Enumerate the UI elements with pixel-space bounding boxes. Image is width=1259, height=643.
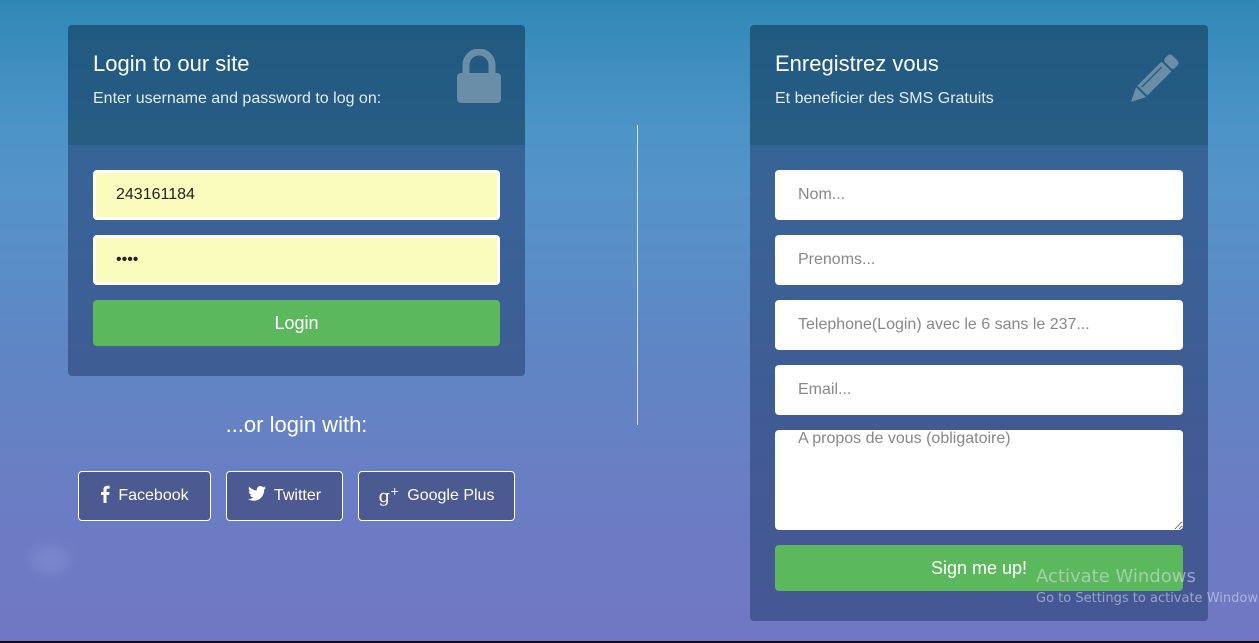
- twitter-icon: [247, 486, 266, 506]
- watermark-title: Activate Windows: [1036, 566, 1196, 587]
- username-input[interactable]: [93, 170, 500, 220]
- login-button[interactable]: Login: [93, 300, 500, 346]
- login-title: Login to our site: [93, 51, 250, 76]
- social-login-buttons: Facebook Twitter g+ Google Plus: [78, 471, 515, 521]
- nom-input[interactable]: [775, 170, 1183, 220]
- login-panel-header: Login to our site Enter username and pas…: [68, 25, 525, 145]
- register-form: Sign me up!: [750, 145, 1208, 621]
- register-title: Enregistrez vous: [775, 51, 939, 76]
- register-panel: Enregistrez vous Et beneficier des SMS G…: [750, 25, 1208, 621]
- google-plus-icon: g+: [378, 485, 400, 507]
- password-input[interactable]: [93, 235, 500, 285]
- facebook-label: Facebook: [118, 487, 189, 504]
- google-plus-button[interactable]: g+ Google Plus: [358, 471, 515, 521]
- about-textarea[interactable]: [775, 430, 1183, 530]
- lock-icon: [457, 48, 501, 108]
- background-glow: [30, 545, 70, 575]
- prenoms-input[interactable]: [775, 235, 1183, 285]
- google-plus-label: Google Plus: [407, 487, 495, 504]
- login-panel: Login to our site Enter username and pas…: [68, 25, 525, 376]
- facebook-button[interactable]: Facebook: [78, 471, 211, 521]
- register-panel-header: Enregistrez vous Et beneficier des SMS G…: [750, 25, 1208, 145]
- login-form: Login: [68, 145, 525, 376]
- email-input[interactable]: [775, 365, 1183, 415]
- login-subtitle: Enter username and password to log on:: [93, 90, 382, 107]
- or-login-heading: ...or login with:: [225, 412, 368, 437]
- pencil-icon: [1124, 51, 1182, 114]
- facebook-icon: [100, 485, 110, 508]
- watermark-subtitle: Go to Settings to activate Windows.: [1036, 591, 1259, 606]
- twitter-label: Twitter: [273, 487, 322, 504]
- twitter-button[interactable]: Twitter: [226, 471, 343, 521]
- telephone-input[interactable]: [775, 300, 1183, 350]
- windows-activation-watermark: Activate Windows Go to Settings to activ…: [1036, 566, 1259, 606]
- vertical-divider: [637, 125, 638, 425]
- register-subtitle: Et beneficier des SMS Gratuits: [775, 90, 994, 107]
